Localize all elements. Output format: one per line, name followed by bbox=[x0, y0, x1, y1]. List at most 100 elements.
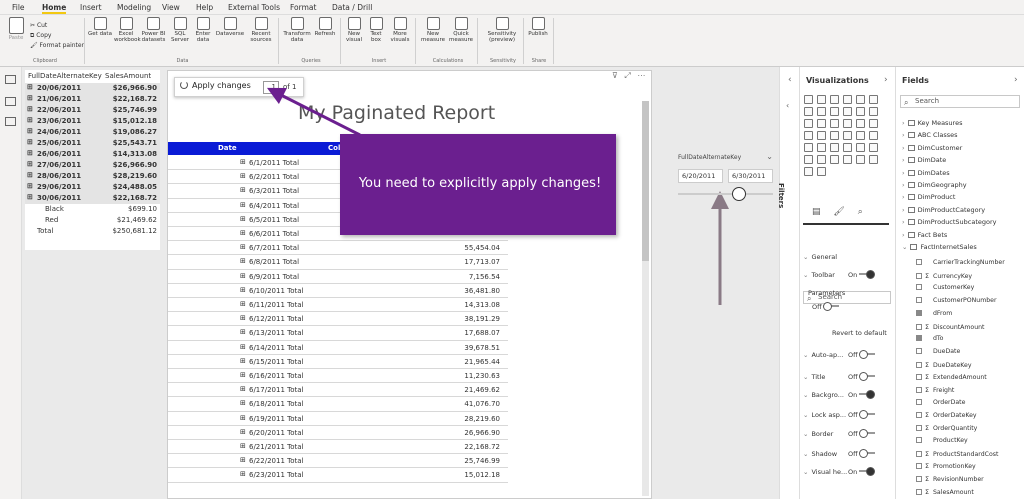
field-column[interactable]: Σ OrderQuantity bbox=[916, 424, 977, 432]
format-section-toolbar[interactable]: ⌄ Toolbar bbox=[803, 271, 891, 279]
date-slicer[interactable]: FullDateAlternateKey ⌄ 6/20/2011 6/30/20… bbox=[675, 152, 775, 212]
chevron-down-icon[interactable]: ⌄ bbox=[803, 391, 808, 399]
python-icon[interactable] bbox=[804, 155, 813, 164]
toggle-switch[interactable] bbox=[822, 302, 839, 311]
field-column[interactable]: Σ RevisionNumber bbox=[916, 475, 984, 483]
toggle-switch[interactable] bbox=[859, 390, 876, 399]
field-table-factinternetsales[interactable]: ⌄ FactInternetSales bbox=[902, 243, 977, 251]
100-bar-icon[interactable] bbox=[856, 95, 865, 104]
field-table-dimgeography[interactable]: › DimGeography bbox=[902, 181, 967, 189]
checked-checkbox-icon[interactable] bbox=[916, 309, 922, 316]
checked-checkbox-icon[interactable] bbox=[916, 335, 922, 342]
chevron-right-icon[interactable]: › bbox=[902, 144, 905, 152]
clustered-column-icon[interactable] bbox=[843, 95, 852, 104]
chevron-right-icon[interactable]: › bbox=[902, 206, 905, 214]
toggle-switch[interactable] bbox=[858, 429, 875, 438]
field-table-dimproductcategory[interactable]: › DimProductCategory bbox=[902, 206, 985, 214]
checkbox-icon[interactable] bbox=[916, 259, 922, 265]
matrix-icon[interactable] bbox=[856, 143, 865, 152]
checkbox-icon[interactable] bbox=[916, 272, 922, 279]
checkbox-icon[interactable] bbox=[916, 361, 922, 368]
toggle-switch[interactable] bbox=[858, 372, 875, 381]
chevron-down-icon[interactable]: ⌄ bbox=[766, 152, 773, 161]
field-column[interactable]: ProductKey bbox=[916, 436, 968, 444]
slicer-handle[interactable] bbox=[732, 187, 746, 201]
format-section-backgro-[interactable]: ⌄ Backgro... bbox=[803, 391, 891, 399]
format-section-lock-asp-[interactable]: ⌄ Lock asp... bbox=[803, 411, 891, 419]
checkbox-icon[interactable] bbox=[916, 398, 922, 405]
clustered-bar-icon[interactable] bbox=[830, 95, 839, 104]
format-section-title[interactable]: ⌄ Title bbox=[803, 373, 891, 381]
chevron-down-icon[interactable]: ⌄ bbox=[902, 243, 907, 251]
decomposition-tree-icon[interactable] bbox=[830, 155, 839, 164]
funnel-icon[interactable] bbox=[817, 119, 826, 128]
chevron-down-icon[interactable]: ⌄ bbox=[803, 468, 808, 476]
checkbox-icon[interactable] bbox=[916, 436, 922, 443]
format-paint-roller-icon[interactable]: 🖌 bbox=[833, 207, 844, 217]
chevron-down-icon[interactable]: ⌄ bbox=[803, 450, 808, 458]
fields-well-icon[interactable]: ▤ bbox=[812, 207, 821, 217]
format-section-border[interactable]: ⌄ Border bbox=[803, 430, 891, 438]
format-toggle[interactable]: Off bbox=[848, 429, 875, 438]
chevron-left-icon[interactable]: ‹ bbox=[788, 75, 792, 85]
field-column[interactable]: Σ DueDateKey bbox=[916, 361, 972, 369]
field-table-dimproduct[interactable]: › DimProduct bbox=[902, 193, 955, 201]
field-column[interactable]: CarrierTrackingNumber bbox=[916, 259, 1005, 266]
format-toggle[interactable]: On bbox=[848, 390, 876, 399]
chevron-right-icon[interactable]: › bbox=[902, 169, 905, 177]
field-column[interactable]: dFrom bbox=[916, 309, 952, 317]
field-column[interactable]: Σ Freight bbox=[916, 386, 954, 394]
slicer-to-input[interactable]: 6/30/2011 bbox=[728, 169, 773, 183]
format-toggle[interactable]: Off bbox=[848, 372, 875, 381]
ribbon-icon[interactable] bbox=[869, 107, 878, 116]
checkbox-icon[interactable] bbox=[916, 297, 922, 304]
line-column-icon[interactable] bbox=[843, 107, 852, 116]
stacked-area-icon[interactable] bbox=[830, 107, 839, 116]
pie-icon[interactable] bbox=[843, 119, 852, 128]
gauge-icon[interactable] bbox=[856, 131, 865, 140]
format-section-auto-ap-[interactable]: ⌄ Auto-ap... bbox=[803, 351, 891, 359]
scatter-icon[interactable] bbox=[830, 119, 839, 128]
treemap-icon[interactable] bbox=[869, 119, 878, 128]
slicer-icon[interactable] bbox=[830, 143, 839, 152]
format-toggle[interactable]: On bbox=[848, 467, 876, 476]
checkbox-icon[interactable] bbox=[916, 284, 922, 291]
field-column[interactable]: Σ PromotionKey bbox=[916, 462, 976, 470]
shape-map-icon[interactable] bbox=[830, 131, 839, 140]
checkbox-icon[interactable] bbox=[916, 387, 922, 393]
field-column[interactable]: dTo bbox=[916, 335, 943, 342]
toggle-switch[interactable] bbox=[859, 467, 876, 476]
chevron-right-icon[interactable]: › bbox=[902, 181, 905, 189]
multirow-card-icon[interactable] bbox=[804, 143, 813, 152]
toggle-switch[interactable] bbox=[859, 270, 876, 279]
chevron-right-icon[interactable]: › bbox=[884, 75, 888, 85]
kpi-icon[interactable] bbox=[817, 143, 826, 152]
chevron-right-icon[interactable]: › bbox=[902, 193, 905, 201]
r-visual-icon[interactable] bbox=[869, 143, 878, 152]
checkbox-icon[interactable] bbox=[916, 374, 922, 381]
field-column[interactable]: Σ ProductStandardCost bbox=[916, 450, 998, 458]
field-column[interactable]: Σ DiscountAmount bbox=[916, 323, 984, 331]
slicer-track[interactable] bbox=[678, 193, 773, 195]
stacked-column-icon[interactable] bbox=[817, 95, 826, 104]
field-table-fact-bets[interactable]: › Fact Bets bbox=[902, 231, 947, 239]
filled-map-icon[interactable] bbox=[817, 131, 826, 140]
chevron-down-icon[interactable]: ⌄ bbox=[803, 351, 808, 359]
stacked-bar-icon[interactable] bbox=[804, 95, 813, 104]
chevron-right-icon[interactable]: › bbox=[902, 218, 905, 226]
format-section-visual-he-[interactable]: ⌄ Visual he... bbox=[803, 468, 891, 476]
format-section-shadow[interactable]: ⌄ Shadow bbox=[803, 450, 891, 458]
checkbox-icon[interactable] bbox=[916, 347, 922, 354]
checkbox-icon[interactable] bbox=[916, 450, 922, 457]
format-toggle[interactable]: Off bbox=[848, 449, 875, 458]
field-table-dimdates[interactable]: › DimDates bbox=[902, 169, 950, 177]
fields-search-input[interactable]: ⌕ Search bbox=[900, 95, 1020, 108]
chevron-down-icon[interactable]: ⌄ bbox=[803, 253, 808, 261]
slicer-from-input[interactable]: 6/20/2011 bbox=[678, 169, 723, 183]
chevron-right-icon[interactable]: › bbox=[902, 131, 905, 139]
map-icon[interactable] bbox=[804, 131, 813, 140]
field-table-dimcustomer[interactable]: › DimCustomer bbox=[902, 144, 962, 152]
analytics-magnifier-icon[interactable]: ⌕ bbox=[858, 207, 863, 217]
narrative-icon[interactable] bbox=[856, 155, 865, 164]
format-toggle[interactable]: Off bbox=[848, 410, 875, 419]
